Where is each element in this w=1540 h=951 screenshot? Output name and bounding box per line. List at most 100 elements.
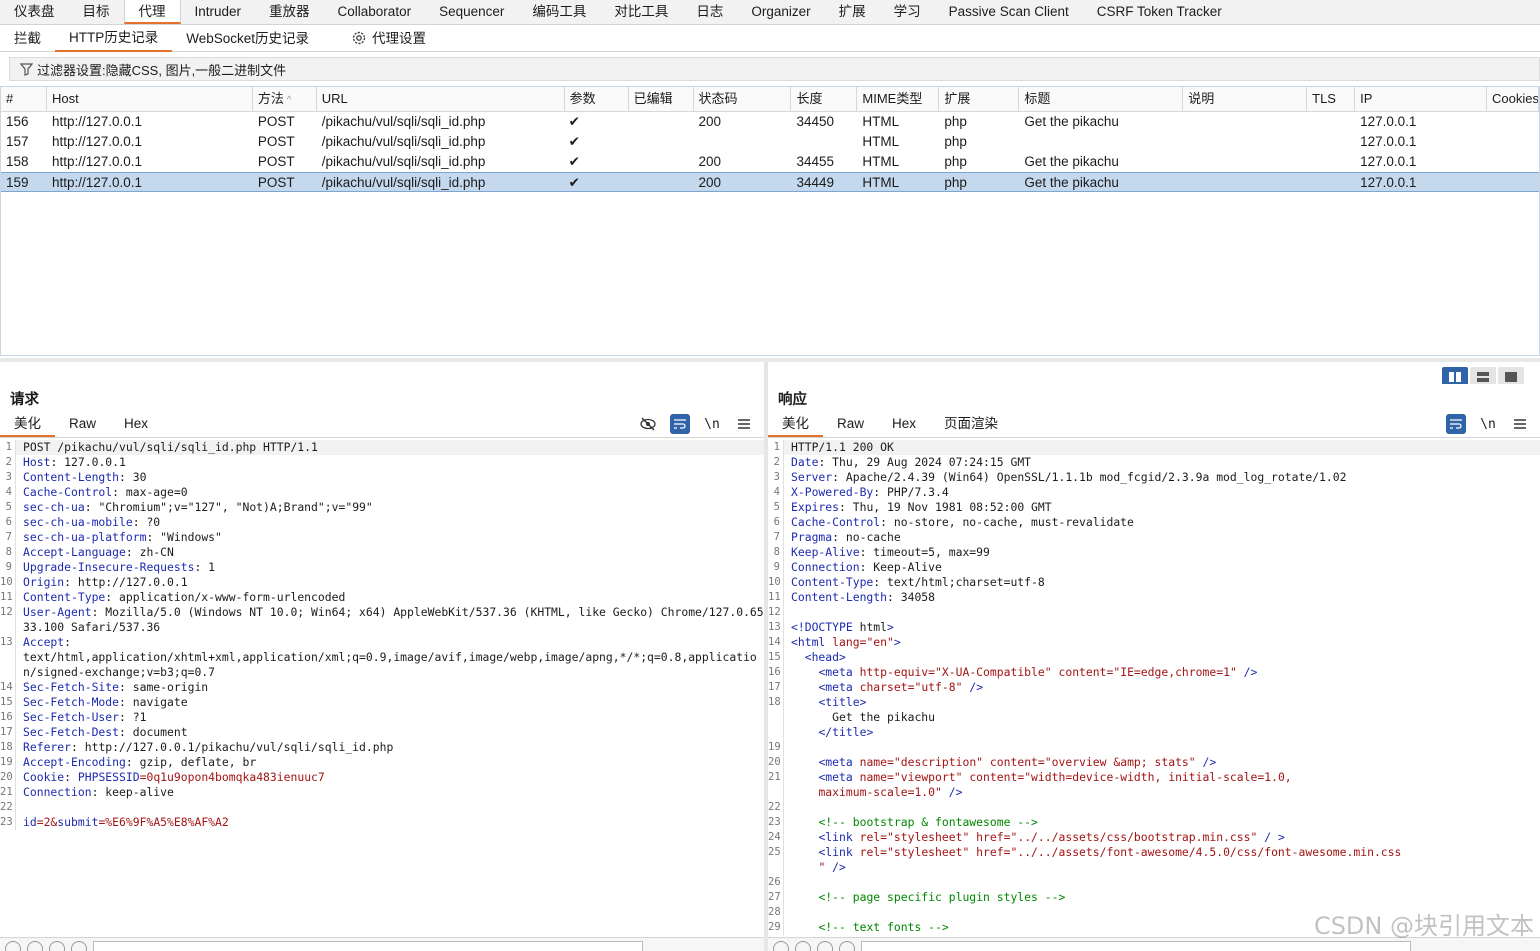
column-header[interactable]: 标题	[1019, 87, 1184, 111]
forward-icon[interactable]	[839, 940, 855, 951]
header-name: Content-Length	[791, 590, 888, 604]
line-number: 8	[768, 545, 784, 560]
line-content: Keep-Alive: timeout=5, max=99	[791, 545, 990, 559]
code-attr: href=	[969, 830, 1011, 844]
back-icon[interactable]	[817, 940, 833, 951]
subtab-item[interactable]: HTTP历史记录	[55, 25, 173, 52]
editor-tab[interactable]: Hex	[110, 412, 162, 437]
code-line: 14 <html lang="en">	[768, 635, 1540, 650]
editor-tab[interactable]: Hex	[878, 412, 930, 437]
line-number: 24	[768, 830, 784, 845]
code-attr: lang=	[825, 635, 867, 649]
editor-tab[interactable]: 页面渲染	[930, 412, 1012, 437]
search-input[interactable]	[93, 940, 643, 951]
header-name: sec-ch-ua-mobile	[23, 515, 133, 529]
menu-item[interactable]: 代理	[123, 0, 181, 24]
subtab-item[interactable]: 代理设置	[337, 26, 440, 51]
line-content: Referer: http://127.0.0.1/pikachu/vul/sq…	[23, 740, 394, 754]
subtab-item[interactable]: WebSocket历史记录	[172, 26, 323, 51]
column-header[interactable]: Cookies	[1487, 87, 1539, 111]
request-editor[interactable]: 1 POST /pikachu/vul/sqli/sqli_id.php HTTP…	[0, 440, 764, 937]
column-header[interactable]: 说明	[1183, 87, 1308, 111]
menu-item[interactable]: 仪表盘	[0, 0, 69, 24]
editor-tab[interactable]: Raw	[823, 412, 878, 437]
column-header[interactable]: 扩展	[939, 87, 1020, 111]
back-icon[interactable]	[49, 940, 65, 951]
wrap-icon[interactable]	[670, 414, 690, 434]
line-content: <!DOCTYPE html>	[791, 620, 894, 634]
column-header[interactable]: 已编辑	[629, 87, 694, 111]
menu-item[interactable]: Intruder	[181, 0, 256, 24]
code-line: 2 Date: Thu, 29 Aug 2024 07:24:15 GMT	[768, 455, 1540, 470]
search-input[interactable]	[861, 940, 1411, 951]
menu-item[interactable]: Collaborator	[324, 0, 426, 24]
wrap-icon[interactable]	[1446, 414, 1466, 434]
line-number: 18	[768, 695, 784, 740]
table-cell: Get the pikachu	[1024, 154, 1119, 169]
line-number: 13	[0, 635, 16, 680]
column-header[interactable]: #	[1, 87, 47, 111]
editor-tab[interactable]: Raw	[55, 412, 110, 437]
menu-item[interactable]: 重放器	[255, 0, 324, 24]
code-line: 15 Sec-Fetch-Mode: navigate	[0, 695, 764, 710]
gear-icon[interactable]	[795, 940, 811, 951]
code-line: 17 <meta charset="utf-8" />	[768, 680, 1540, 695]
column-header[interactable]: TLS	[1307, 87, 1356, 111]
filter-bar[interactable]: 过滤器设置:隐藏CSS, 图片,一般二进制文件	[9, 57, 1540, 81]
column-header[interactable]: 方法 ^	[253, 87, 317, 111]
help-icon[interactable]	[773, 940, 789, 951]
newline-icon[interactable]: \n	[702, 414, 722, 434]
menu-item[interactable]: 扩展	[825, 0, 880, 24]
table-cell	[1487, 152, 1539, 172]
line-content	[784, 875, 1540, 890]
code-attr-value: "viewport"	[893, 770, 963, 784]
menu-item[interactable]: 目标	[69, 0, 124, 24]
table-row[interactable]: 157 http://127.0.0.1 POST/pikachu/vul/sqli…	[1, 132, 1539, 152]
header-value: ?1	[125, 710, 147, 724]
column-header[interactable]: 状态码	[694, 87, 792, 111]
menu-item[interactable]: 学习	[880, 0, 935, 24]
help-icon[interactable]	[5, 940, 21, 951]
hamburger-icon[interactable]	[1510, 414, 1530, 434]
menu-item[interactable]: 对比工具	[600, 0, 682, 24]
column-header[interactable]: URL	[317, 87, 565, 111]
menu-item[interactable]: Sequencer	[425, 0, 518, 24]
menu-item[interactable]: CSRF Token Tracker	[1083, 0, 1236, 24]
editor-tab[interactable]: 美化	[0, 412, 55, 437]
line-content: Content-Type: application/x-www-form-url…	[23, 590, 346, 604]
gear-icon[interactable]	[27, 940, 43, 951]
menu-item[interactable]: Organizer	[737, 0, 824, 24]
subtab-item[interactable]: 拦截	[0, 26, 55, 51]
table-row[interactable]: 159 http://127.0.0.1 POST/pikachu/vul/sqli…	[1, 172, 1539, 192]
eye-off-icon[interactable]	[638, 414, 658, 434]
hamburger-icon[interactable]	[734, 414, 754, 434]
menu-item[interactable]: 编码工具	[518, 0, 600, 24]
column-header[interactable]: MIME类型	[857, 87, 940, 111]
column-header[interactable]: IP	[1355, 87, 1487, 111]
code-line: 4 Cache-Control: max-age=0	[0, 485, 764, 500]
line-number: 14	[0, 680, 16, 695]
table-cell: HTML	[862, 114, 900, 129]
table-row[interactable]: 156 http://127.0.0.1 POST/pikachu/vul/sqli…	[1, 112, 1539, 132]
table-cell: Get the pikachu	[1024, 114, 1119, 129]
column-header[interactable]: 参数	[565, 87, 629, 111]
split-divider[interactable]	[0, 358, 1540, 362]
response-editor[interactable]: 1 HTTP/1.1 200 OK 2 Date: Thu, 29 Aug 2024 …	[768, 440, 1540, 937]
newline-icon[interactable]: \n	[1478, 414, 1498, 434]
column-header[interactable]: 长度	[791, 87, 858, 111]
menu-item[interactable]: Passive Scan Client	[935, 0, 1083, 24]
line-content: HTTP/1.1 200 OK	[784, 440, 1540, 455]
menu-item[interactable]: 日志	[682, 0, 737, 24]
table-cell	[694, 132, 792, 152]
forward-icon[interactable]	[71, 940, 87, 951]
code-line: 7 sec-ch-ua-platform: "Windows"	[0, 530, 764, 545]
line-content: Accept-Language: zh-CN	[23, 545, 174, 559]
header-name: sec-ch-ua	[23, 500, 85, 514]
header-value: text/html;charset=utf-8	[880, 575, 1045, 589]
line-content: Cache-Control: no-store, no-cache, must-…	[791, 515, 1134, 529]
line-content: Sec-Fetch-User: ?1	[23, 710, 147, 724]
table-row[interactable]: 158 http://127.0.0.1 POST/pikachu/vul/sqli…	[1, 152, 1539, 172]
column-header[interactable]: Host	[47, 87, 253, 111]
editor-tab[interactable]: 美化	[768, 412, 823, 437]
code-attr-value: "overview &amp; stats"	[1044, 755, 1196, 769]
